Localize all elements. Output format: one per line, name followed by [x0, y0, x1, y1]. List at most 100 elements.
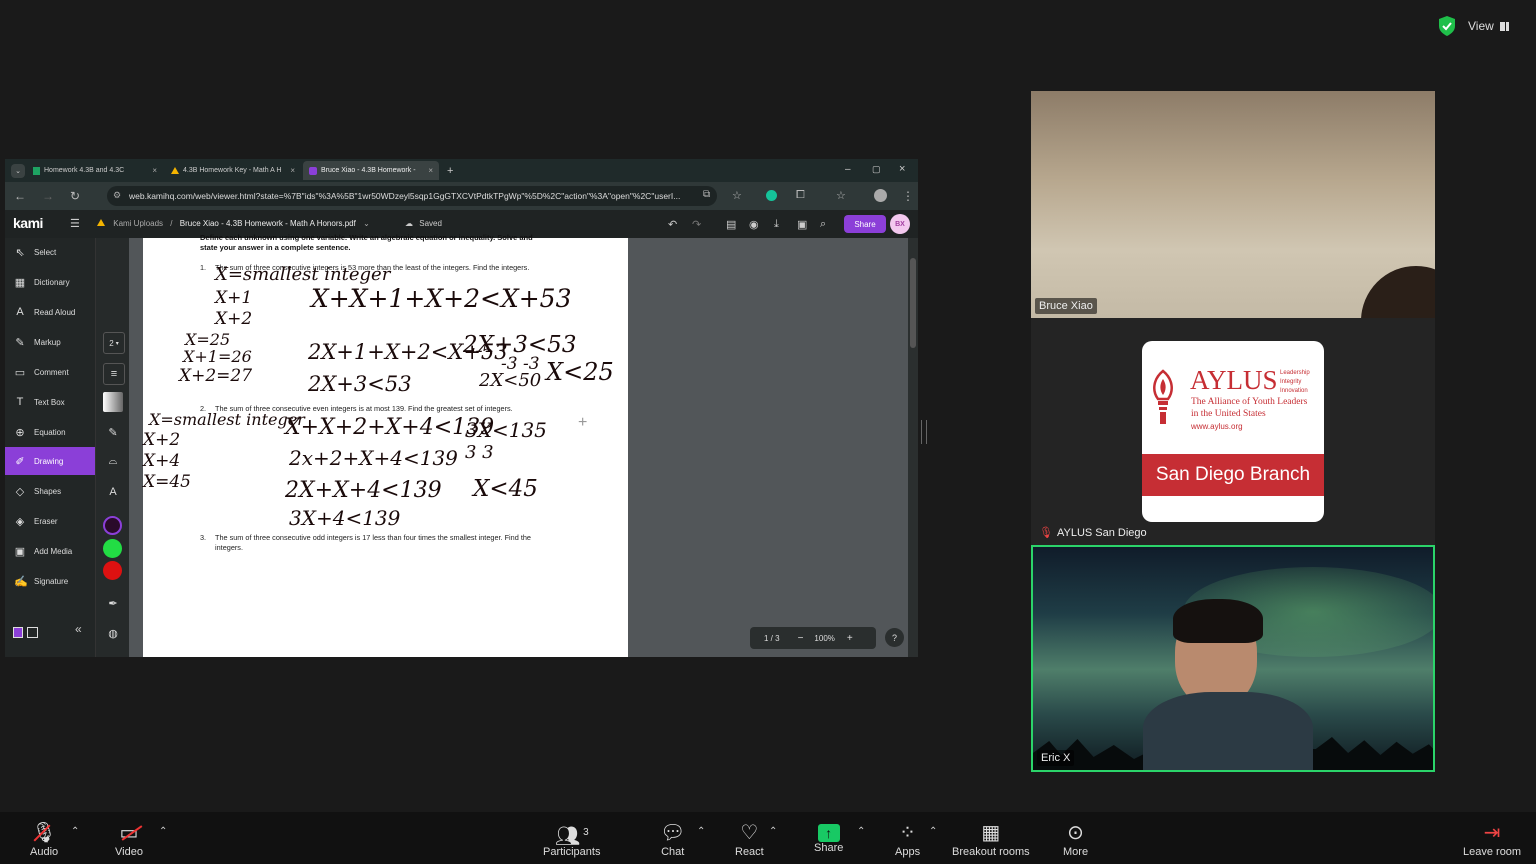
person-hoodie: [1143, 692, 1313, 770]
extensions-icon[interactable]: ⧠: [796, 189, 805, 202]
download-icon[interactable]: ⤓: [774, 218, 779, 231]
window-close-icon[interactable]: ×: [899, 163, 905, 175]
kami-share-button[interactable]: Share: [844, 215, 886, 233]
new-tab-icon[interactable]: +: [447, 165, 453, 177]
collapse-sidebar-icon[interactable]: «: [75, 622, 82, 636]
avatar[interactable]: BX: [890, 214, 910, 234]
tab-close-icon[interactable]: ×: [428, 166, 433, 175]
color-swatch-red[interactable]: [103, 561, 122, 580]
chevron-down-icon[interactable]: ⌄: [363, 219, 370, 228]
url-input[interactable]: ⚙ web.kamihq.com/web/viewer.html?state=%…: [107, 186, 717, 206]
audio-options-icon[interactable]: ⌃: [71, 826, 79, 837]
resize-handle[interactable]: [921, 420, 927, 444]
security-shield-icon[interactable]: [1437, 15, 1457, 37]
undo-icon[interactable]: ↶: [668, 218, 677, 231]
tab-homework-key[interactable]: 4.3B Homework Key - Math A H ×: [165, 161, 301, 180]
sidebar-item-select[interactable]: ⇖ Select: [5, 238, 95, 266]
layout-toggle-icon[interactable]: [13, 627, 23, 638]
participants-button[interactable]: 👥︎ 3 Participants: [543, 820, 600, 864]
chat-options-icon[interactable]: ⌃: [697, 826, 705, 837]
apps-options-icon[interactable]: ⌃: [929, 826, 937, 837]
pen-icon[interactable]: ✎: [103, 422, 123, 442]
toolbox-icon[interactable]: ▣: [797, 218, 807, 231]
participant-tile-eric[interactable]: Eric X: [1031, 545, 1435, 772]
share-screen-button[interactable]: ↑ Share: [814, 820, 843, 864]
highlighter-icon[interactable]: ⌓: [103, 451, 123, 471]
vertical-scrollbar[interactable]: [908, 238, 918, 657]
document-icon[interactable]: ▤: [726, 218, 736, 231]
view-button[interactable]: View: [1468, 16, 1524, 36]
text-tool-icon[interactable]: A: [103, 482, 123, 502]
browser-menu-icon[interactable]: ⋮: [902, 189, 914, 203]
leave-room-button[interactable]: ⇥ Leave room: [1463, 820, 1521, 864]
breakout-rooms-button[interactable]: ▦ Breakout rooms: [952, 820, 1030, 864]
sidebar-item-comment[interactable]: ▭ Comment: [5, 358, 95, 386]
pdf-page[interactable]: Define each unknown using one variable. …: [143, 233, 628, 657]
text-box-icon: T: [16, 396, 24, 408]
scrollbar-thumb[interactable]: [910, 258, 916, 348]
breadcrumb-root[interactable]: Kami Uploads: [113, 219, 163, 228]
shapes-icon: ◇: [15, 485, 25, 498]
profile-icon[interactable]: [874, 189, 887, 202]
reload-icon[interactable]: ↻: [70, 189, 80, 203]
menu-icon[interactable]: ☰: [70, 217, 80, 230]
saved-status: ☁ Saved: [405, 219, 442, 228]
sidebar-item-dictionary[interactable]: ▦ Dictionary: [5, 268, 95, 296]
color-swatch-dark[interactable]: [103, 516, 122, 535]
sidebar-item-read-aloud[interactable]: A Read Aloud: [5, 298, 95, 326]
opacity-icon[interactable]: [103, 392, 123, 412]
tab-homework-4-3b[interactable]: Homework 4.3B and 4.3C ×: [27, 161, 163, 180]
apps-button[interactable]: ⁘ Apps: [895, 820, 920, 864]
react-button[interactable]: ♡ React: [735, 820, 764, 864]
aylus-tag1: Leadership: [1280, 370, 1310, 376]
color-swatch-green[interactable]: [103, 539, 122, 558]
grammarly-icon[interactable]: [766, 190, 777, 201]
minimize-icon[interactable]: –: [845, 164, 851, 175]
forward-icon[interactable]: →: [42, 189, 54, 203]
zoom-in-icon[interactable]: +: [847, 633, 853, 644]
search-icon[interactable]: ⌕: [820, 218, 826, 231]
back-icon[interactable]: ←: [14, 189, 26, 203]
tab-list-icon[interactable]: ⌄: [11, 163, 25, 178]
video-button[interactable]: ▭ Video: [115, 820, 143, 864]
eye-icon[interactable]: ◉: [749, 218, 759, 231]
chat-button[interactable]: 💬︎ Chat: [660, 820, 685, 864]
zoom-out-icon[interactable]: −: [798, 633, 804, 644]
audio-button[interactable]: 🎙︎ Audio: [30, 820, 58, 864]
redo-icon[interactable]: ↷: [692, 218, 701, 231]
favorites-icon[interactable]: ☆: [836, 189, 846, 202]
sidebar-item-markup[interactable]: ✎ Markup: [5, 328, 95, 356]
sidebar-item-equation[interactable]: ⊕ Equation: [5, 418, 95, 446]
eyedropper-icon[interactable]: ✒: [103, 593, 123, 613]
palette-icon[interactable]: ◍: [103, 623, 123, 643]
sidebar-item-eraser[interactable]: ◈ Eraser: [5, 507, 95, 535]
restore-icon[interactable]: ▢: [872, 164, 881, 175]
layout-split-icon[interactable]: [27, 627, 38, 638]
react-options-icon[interactable]: ⌃: [769, 826, 777, 837]
tab-bruce-xiao-homework[interactable]: Bruce Xiao - 4.3B Homework - ×: [303, 161, 439, 180]
sidebar-item-drawing[interactable]: ✐ Drawing: [5, 447, 95, 475]
page-indicator[interactable]: 1 / 3: [764, 634, 780, 643]
participant-tile-bruce[interactable]: Bruce Xiao: [1031, 91, 1435, 318]
zoom-level[interactable]: 100%: [814, 634, 834, 643]
more-button[interactable]: ⊙ More: [1063, 820, 1088, 864]
tab-close-icon[interactable]: ×: [152, 166, 157, 175]
bookmark-star-icon[interactable]: ☆: [732, 189, 742, 202]
aylus-title: AYLUS: [1190, 365, 1278, 395]
install-icon[interactable]: ⧉: [703, 189, 710, 200]
share-options-icon[interactable]: ⌃: [857, 826, 865, 837]
tab-label: 4.3B Homework Key - Math A H: [183, 167, 282, 174]
q3-text-line2: integers.: [215, 543, 243, 552]
stroke-style-icon[interactable]: ≡: [103, 363, 125, 385]
file-name[interactable]: Bruce Xiao - 4.3B Homework - Math A Hono…: [180, 219, 356, 228]
help-button[interactable]: ?: [885, 628, 904, 647]
tab-close-icon[interactable]: ×: [290, 166, 295, 175]
sidebar-item-text-box[interactable]: T Text Box: [5, 388, 95, 416]
participant-tile-aylus[interactable]: AYLUS Leadership Integrity Innovation Th…: [1031, 318, 1435, 545]
sidebar-item-add-media[interactable]: ▣ Add Media: [5, 537, 95, 565]
heart-icon: ♡: [740, 822, 759, 844]
stroke-size-select[interactable]: 2 ▾: [103, 332, 125, 354]
sidebar-item-signature[interactable]: ✍ Signature: [5, 567, 95, 595]
video-options-icon[interactable]: ⌃: [159, 826, 167, 837]
sidebar-item-shapes[interactable]: ◇ Shapes: [5, 477, 95, 505]
